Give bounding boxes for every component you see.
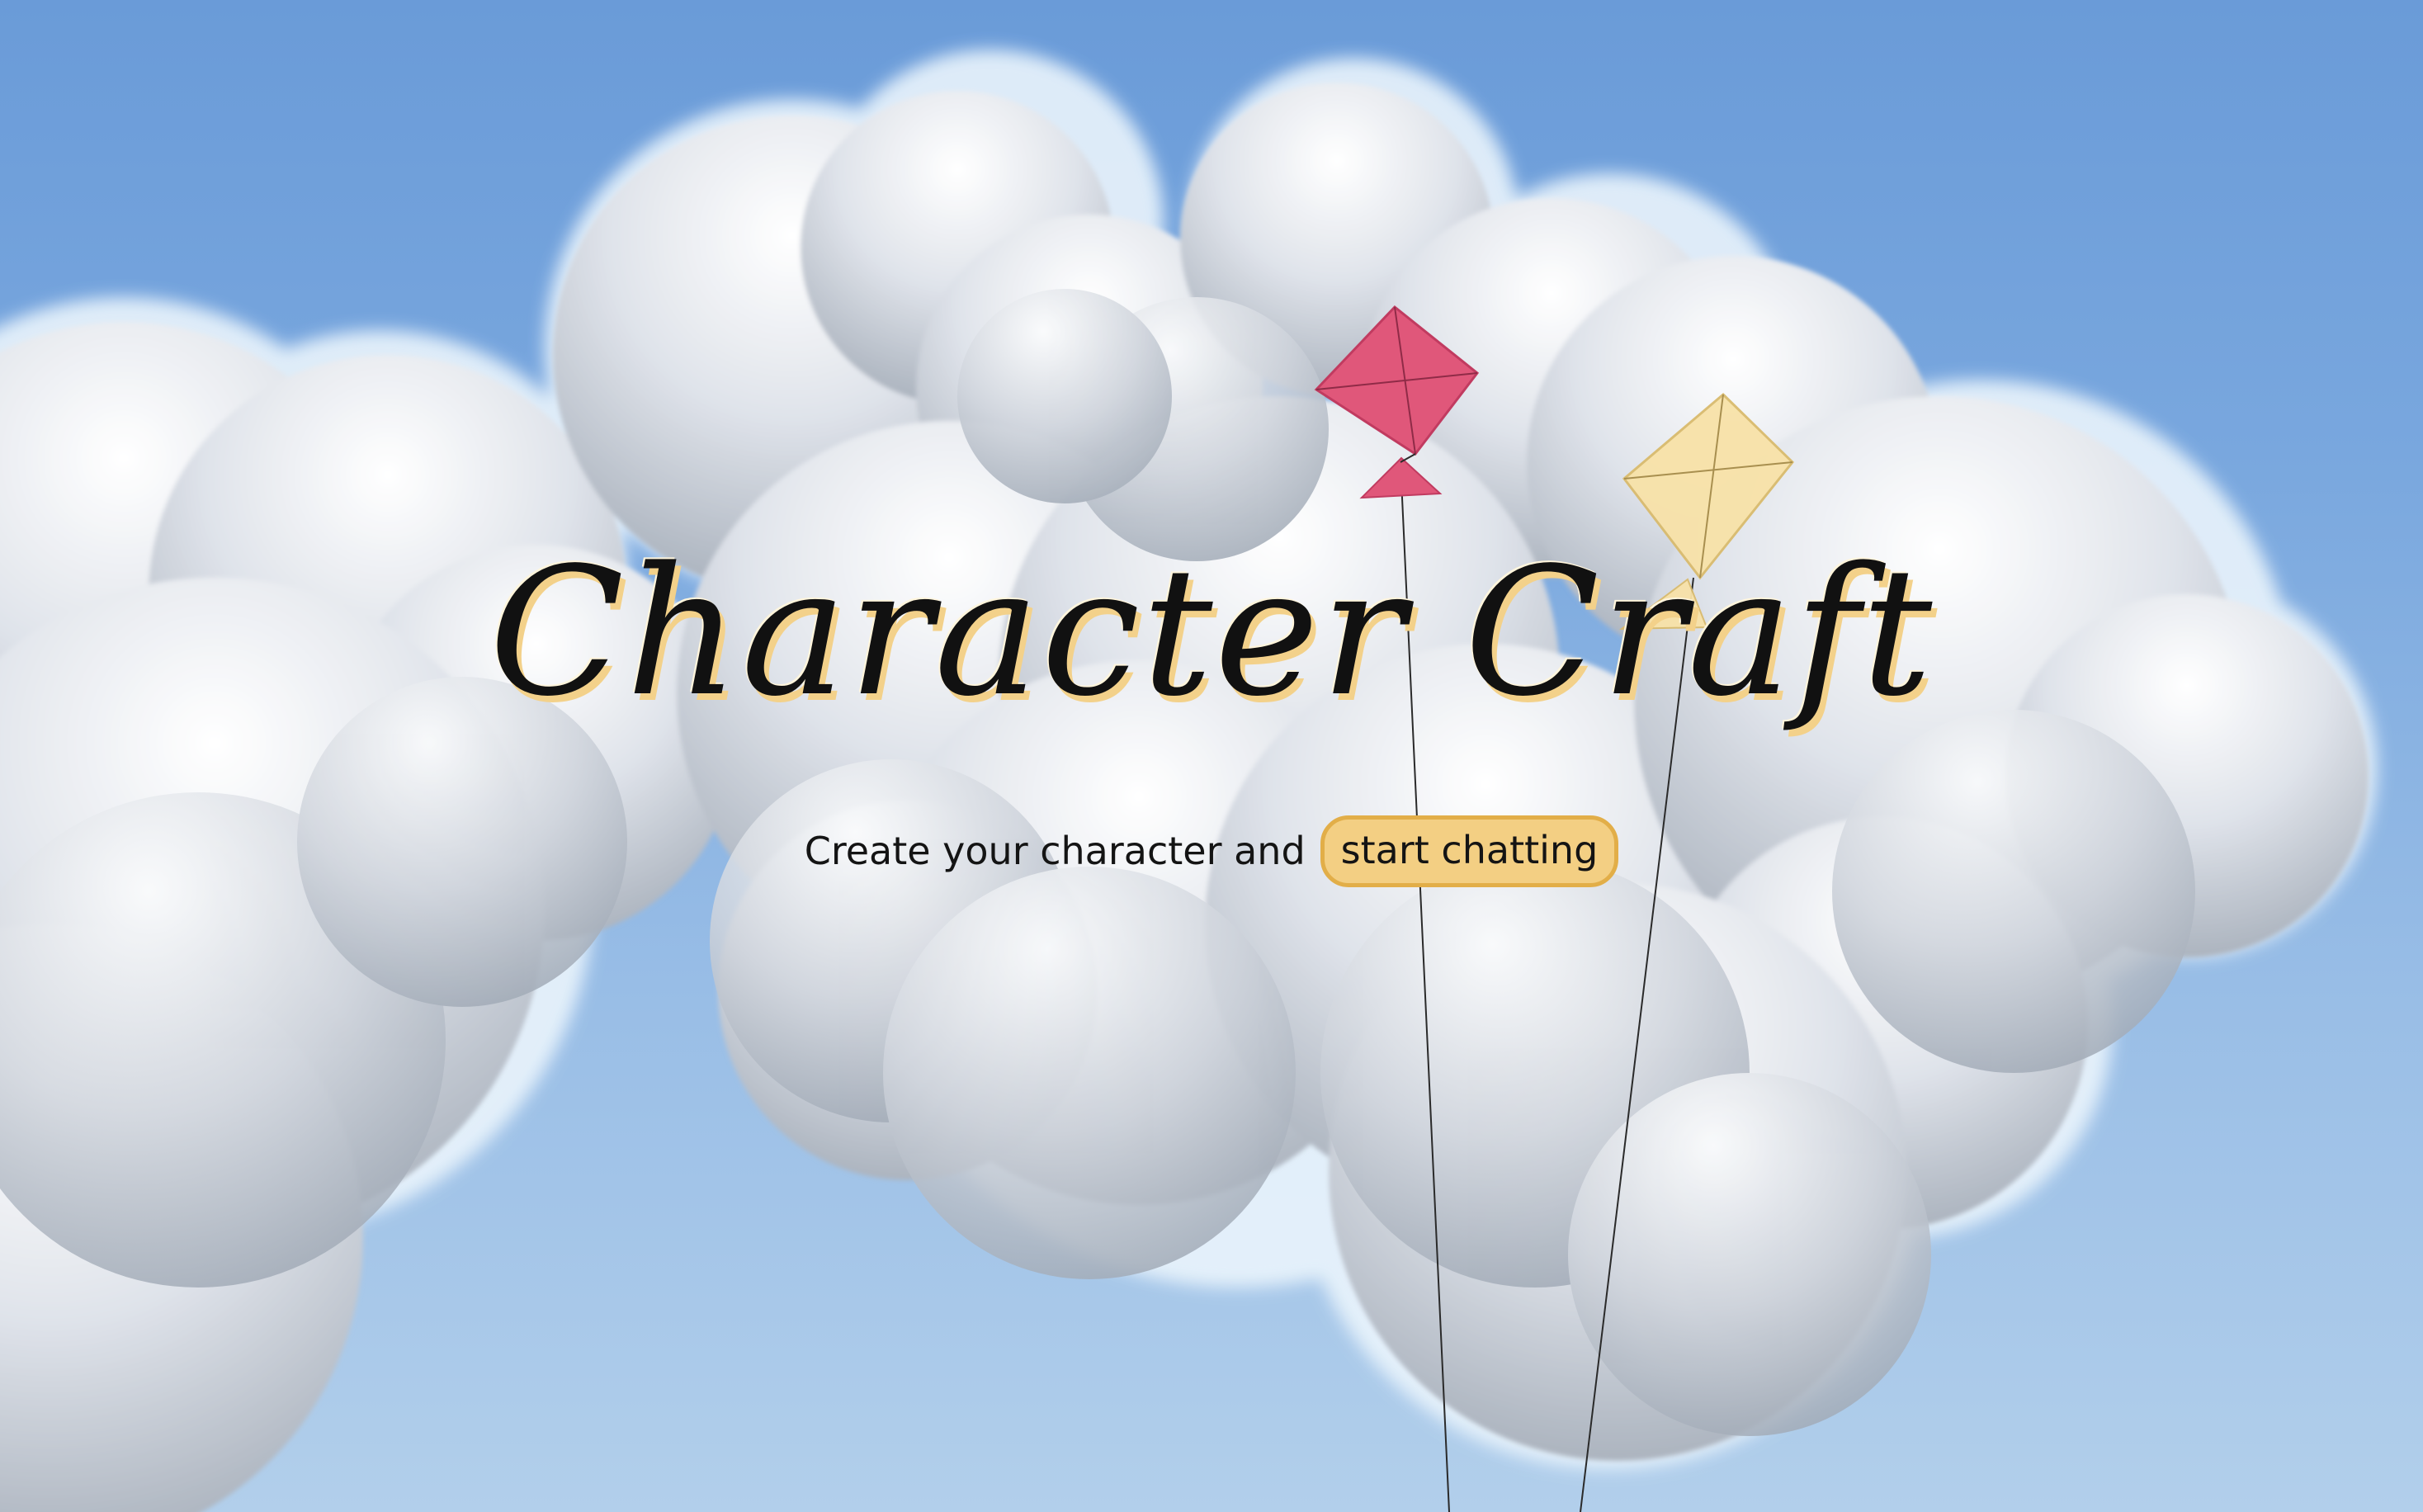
hero-tagline: Create your character and (804, 829, 1306, 874)
sky-scene (0, 50, 2377, 1512)
page-title: Character Craft (489, 530, 1934, 735)
hero-tagline-row: Create your character and start chatting (0, 815, 2423, 887)
start-chatting-button[interactable]: start chatting (1320, 815, 1619, 887)
